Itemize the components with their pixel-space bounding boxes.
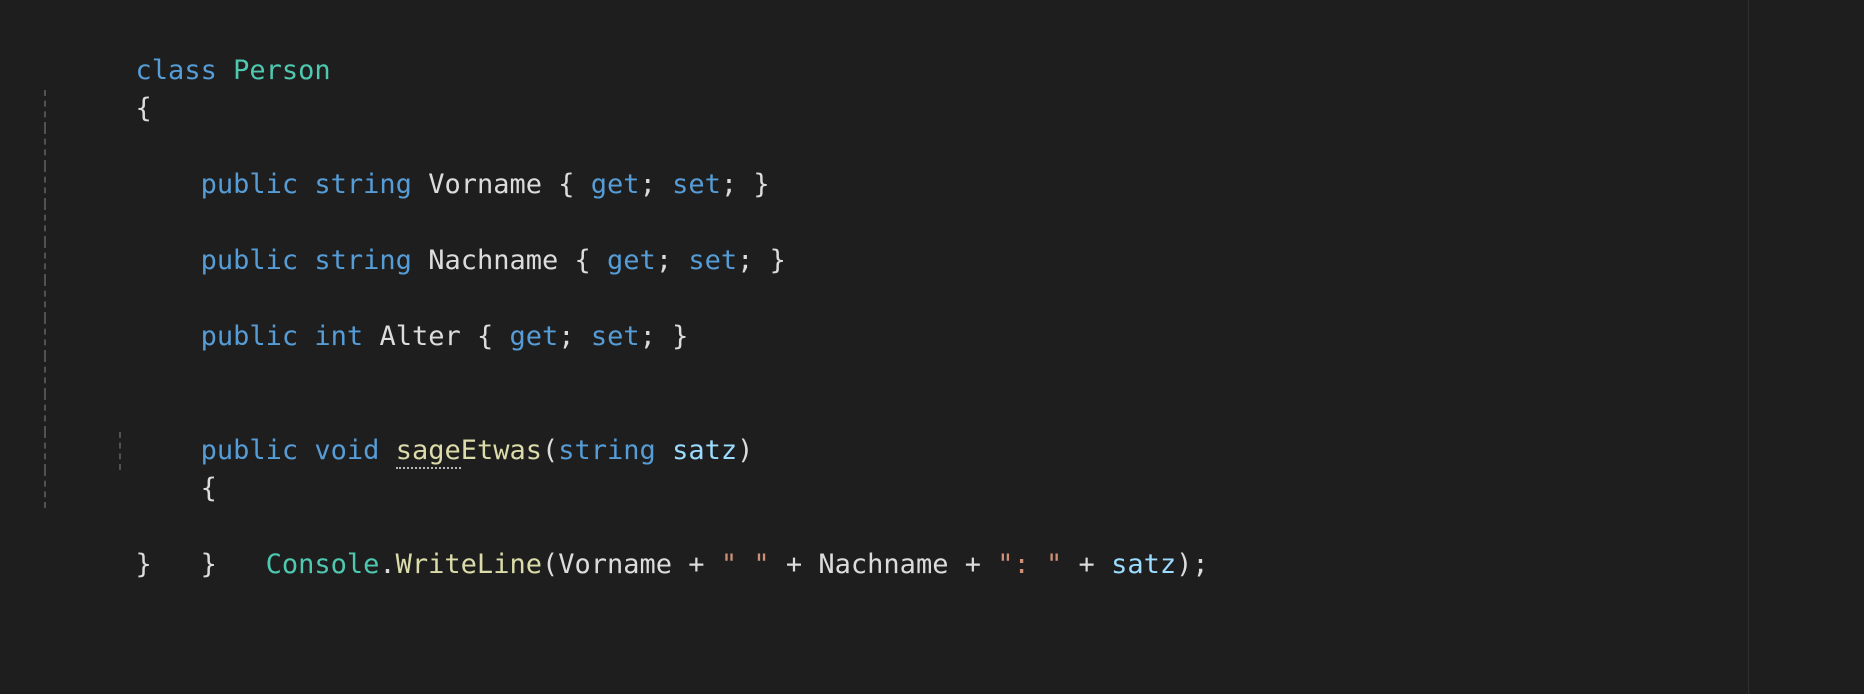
- token-keyword-int: int: [314, 321, 364, 352]
- code-editor-screen: class Person { public string Vorname { g…: [0, 0, 1864, 694]
- token-semicolon: ;: [655, 245, 673, 276]
- token-parameter-satz: satz: [1111, 549, 1177, 580]
- token-brace-close: }: [769, 245, 786, 276]
- code-line[interactable]: }: [0, 470, 1748, 580]
- code-line[interactable]: {: [0, 394, 1748, 504]
- token-keyword-set: set: [590, 321, 640, 352]
- token-keyword-public: public: [200, 245, 299, 276]
- token-keyword-public: public: [200, 321, 299, 352]
- token-operator-plus: +: [1078, 549, 1095, 580]
- token-keyword-get: get: [509, 321, 559, 352]
- token-brace-open: {: [558, 169, 575, 200]
- code-line[interactable]: [0, 204, 1748, 242]
- indent-guide: [44, 394, 46, 432]
- token-semicolon: ;: [720, 169, 738, 200]
- token-keyword-string: string: [314, 245, 412, 276]
- indent-guide: [44, 166, 46, 204]
- token-method-name-misspelled-part: sage: [395, 435, 461, 469]
- token-brace-open: {: [200, 473, 217, 504]
- token-method-writeline: WriteLine: [395, 549, 542, 580]
- indent-guide: [44, 318, 46, 356]
- code-line[interactable]: }: [0, 508, 1748, 580]
- token-keyword-string: string: [314, 169, 412, 200]
- token-keyword-get: get: [590, 169, 640, 200]
- editor-right-pane: [1749, 0, 1864, 694]
- token-brace-close: }: [753, 169, 770, 200]
- token-brace-close: }: [200, 549, 217, 580]
- token-brace-close: }: [135, 549, 152, 580]
- code-editor-content[interactable]: class Person { public string Vorname { g…: [0, 0, 1748, 694]
- code-line[interactable]: public void sageEtwas(string satz): [0, 356, 1748, 469]
- token-keyword-public: public: [200, 435, 299, 466]
- token-property-vorname: Vorname: [428, 169, 542, 200]
- code-line-text: class Person: [98, 52, 331, 90]
- code-line-text: Console.WriteLine(Vorname + " " + Nachna…: [98, 546, 1209, 584]
- code-line-text: }: [98, 546, 152, 584]
- token-keyword-string: string: [558, 435, 656, 466]
- token-operator-plus: +: [688, 549, 705, 580]
- token-dot: .: [379, 549, 396, 580]
- token-property-nachname: Nachname: [818, 549, 949, 580]
- code-line-text: public void sageEtwas(string satz): [98, 432, 754, 470]
- token-brace-open: {: [476, 321, 494, 352]
- token-paren-close: ): [1176, 549, 1193, 580]
- token-string-space: " ": [720, 549, 770, 580]
- indent-guide: [44, 128, 46, 166]
- token-brace-close: }: [672, 321, 689, 352]
- code-line-text: {: [98, 90, 152, 128]
- indent-guide: [44, 204, 46, 242]
- indent-guide: [44, 280, 46, 318]
- indent-guide: [44, 432, 46, 470]
- token-semicolon: ;: [639, 321, 656, 352]
- code-line-text: public string Vorname { get; set; }: [98, 166, 770, 204]
- token-semicolon: ;: [1192, 549, 1209, 580]
- token-keyword-set: set: [688, 245, 738, 276]
- code-line[interactable]: public string Vorname { get; set; }: [0, 90, 1748, 200]
- code-line-text: public string Nachname { get; set; }: [98, 242, 786, 280]
- token-semicolon: ;: [737, 245, 754, 276]
- indent-guide: [44, 470, 46, 508]
- token-keyword-set: set: [672, 169, 721, 200]
- token-property-vorname: Vorname: [558, 549, 673, 580]
- token-parameter-satz: satz: [672, 435, 738, 466]
- token-paren-close: ): [737, 435, 754, 466]
- code-line-text: {: [98, 470, 217, 508]
- indent-guide: [44, 90, 46, 128]
- token-method-name-rest: Etwas: [460, 435, 542, 466]
- token-keyword-void: void: [314, 435, 380, 466]
- code-line[interactable]: [0, 280, 1748, 318]
- code-line-text: public int Alter { get; set; }: [98, 318, 689, 356]
- token-property-alter: Alter: [379, 321, 461, 352]
- code-line[interactable]: [0, 128, 1748, 166]
- token-type-console: Console: [265, 549, 380, 580]
- token-keyword-get: get: [607, 245, 656, 276]
- token-property-nachname: Nachname: [428, 245, 559, 276]
- indent-guide: [44, 242, 46, 280]
- token-brace-open: {: [135, 93, 152, 124]
- token-operator-plus: +: [785, 549, 803, 580]
- token-keyword-public: public: [200, 169, 299, 200]
- token-operator-plus: +: [964, 549, 981, 580]
- token-string-colon: ": ": [997, 549, 1063, 580]
- indent-guide: [44, 356, 46, 394]
- token-semicolon: ;: [639, 169, 656, 200]
- token-semicolon: ;: [558, 321, 575, 352]
- token-paren-open: (: [542, 435, 559, 466]
- token-brace-open: {: [574, 245, 591, 276]
- token-paren-open: (: [541, 549, 559, 580]
- token-keyword-class: class: [135, 55, 217, 86]
- code-line[interactable]: class Person: [0, 14, 1748, 86]
- token-type-person: Person: [233, 55, 331, 86]
